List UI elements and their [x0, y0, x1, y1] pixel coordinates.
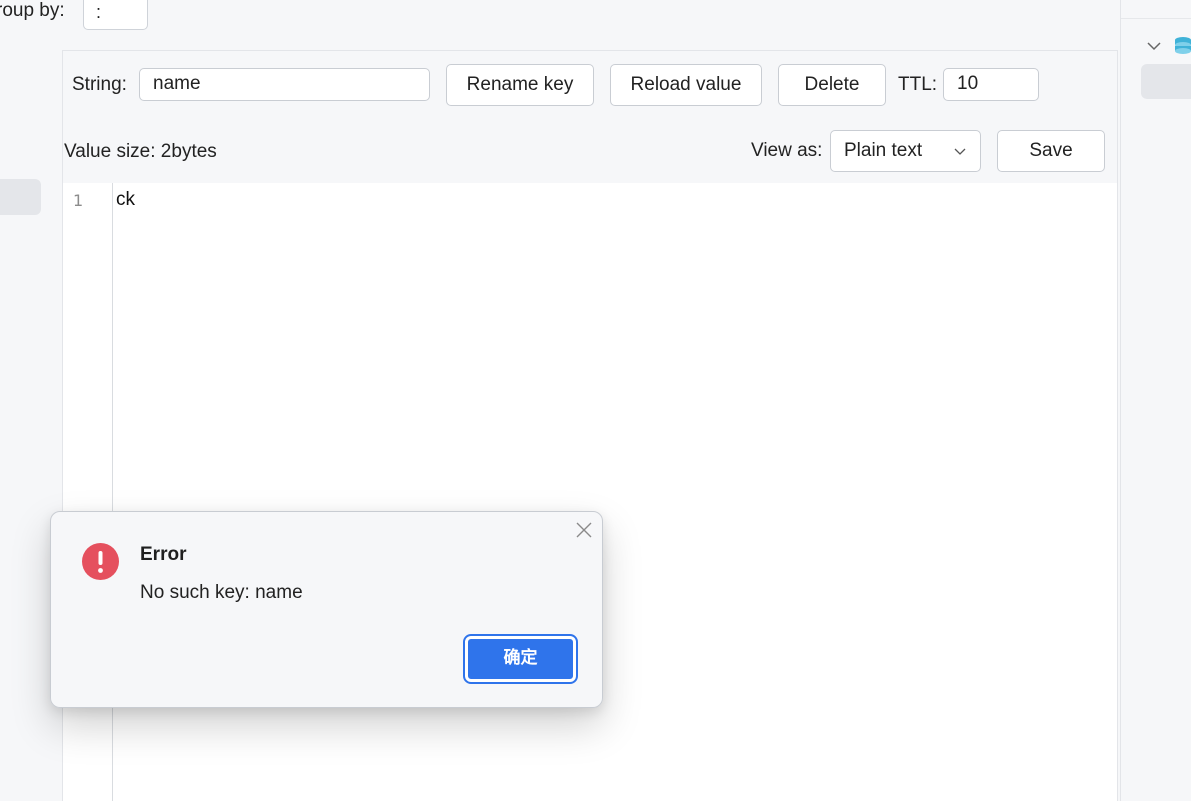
dialog-title: Error: [140, 544, 187, 565]
line-number: 1: [73, 191, 84, 210]
ttl-label: TTL:: [898, 74, 938, 95]
view-as-value: Plain text: [844, 140, 923, 161]
key-type-label: String:: [72, 74, 127, 95]
error-icon: [82, 543, 119, 580]
ok-button[interactable]: 确定: [463, 634, 578, 684]
rename-key-button[interactable]: Rename key: [446, 64, 594, 106]
dialog-message: No such key: name: [140, 582, 303, 603]
right-tree-selected-item[interactable]: [1141, 64, 1191, 99]
close-icon[interactable]: [574, 520, 594, 540]
reload-value-button[interactable]: Reload value: [610, 64, 762, 106]
right-sidebar: [1120, 0, 1191, 801]
save-button[interactable]: Save: [997, 130, 1105, 172]
left-tree-selected-item[interactable]: [0, 179, 41, 215]
delete-button[interactable]: Delete: [778, 64, 886, 106]
chevron-down-icon[interactable]: [1147, 40, 1161, 52]
group-by-separator-input[interactable]: :: [83, 0, 148, 30]
ttl-input[interactable]: 10: [943, 68, 1039, 101]
line-gutter: 1: [63, 183, 113, 801]
group-by-label: roup by:: [0, 0, 65, 21]
error-dialog: Error No such key: name 确定: [50, 511, 603, 708]
view-as-label: View as:: [751, 140, 823, 161]
database-icon: [1175, 37, 1191, 54]
value-size-text: Value size: 2bytes: [64, 141, 217, 162]
value-editor[interactable]: 1 ck: [63, 183, 1117, 801]
editor-line: ck: [116, 189, 135, 210]
right-divider: [1121, 18, 1191, 19]
key-name-input[interactable]: name: [139, 68, 430, 101]
chevron-down-icon: [954, 148, 966, 155]
view-as-select[interactable]: Plain text: [830, 130, 981, 172]
